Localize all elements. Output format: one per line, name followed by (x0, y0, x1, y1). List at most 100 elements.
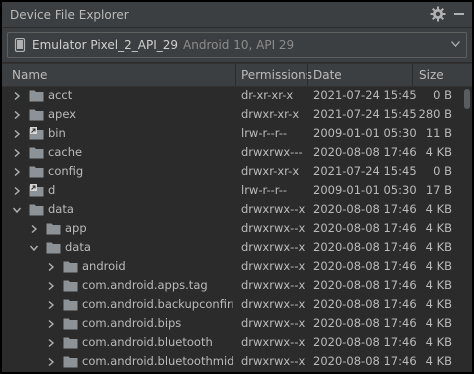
chevron-right-icon[interactable] (46, 281, 56, 291)
tree-row[interactable]: data drwxrwx--x 2020-08-08 17:46 4 KB (2, 200, 462, 219)
folder-icon (63, 280, 78, 292)
file-date: 2020-08-08 17:46 (313, 354, 417, 368)
file-name: bin (48, 126, 66, 140)
chevron-right-icon[interactable] (46, 262, 56, 272)
file-date: 2020-08-08 17:46 (313, 278, 417, 292)
tree-row[interactable]: com.android.backupconfirm drwxrwx--x 2020-… (2, 295, 462, 314)
column-header-permissions[interactable]: Permissions (241, 64, 312, 86)
file-size: 4 KB (425, 221, 452, 235)
tree-row[interactable]: d lrw-r--r-- 2009-01-01 05:30 17 B (2, 181, 462, 200)
folder-icon (29, 147, 44, 159)
file-name: data (65, 240, 91, 254)
file-name: data (48, 202, 74, 216)
folder-link-icon (29, 184, 44, 197)
gear-icon[interactable] (430, 6, 446, 22)
folder-icon (29, 90, 44, 102)
chevron-right-icon[interactable] (46, 319, 56, 329)
file-size: 4 KB (425, 145, 452, 159)
file-size: 4 KB (425, 259, 452, 273)
file-size: 4 KB (425, 297, 452, 311)
file-permissions: drwxrwx--x (241, 297, 306, 311)
file-name: app (65, 221, 87, 235)
file-permissions: drwxrwx--x (241, 278, 306, 292)
device-name: Emulator Pixel_2_API_29 (32, 38, 179, 52)
file-size: 0 B (433, 88, 452, 102)
folder-link-icon (29, 127, 44, 140)
chevron-right-icon[interactable] (29, 224, 39, 234)
file-size: 4 KB (425, 316, 452, 330)
tree-row[interactable]: com.android.bluetooth drwxrwx--x 2020-08-0… (2, 333, 462, 352)
panel-title: Device File Explorer (10, 7, 129, 22)
tree-row[interactable]: config drwxr-xr-x 2021-07-24 15:45 0 B (2, 162, 462, 181)
chevron-right-icon[interactable] (12, 186, 22, 196)
column-divider[interactable] (235, 64, 236, 86)
tree-row[interactable]: data drwxrwx--x 2020-08-08 17:46 4 KB (2, 238, 462, 257)
folder-icon (63, 318, 78, 330)
chevron-right-icon[interactable] (12, 91, 22, 101)
device-api: Android 10, API 29 (183, 38, 295, 52)
tree-row[interactable]: apex drwxr-xr-x 2021-07-24 15:45 280 B (2, 105, 462, 124)
title-bar: Device File Explorer (2, 2, 472, 28)
file-size: 4 KB (425, 335, 452, 349)
chevron-right-icon[interactable] (12, 110, 22, 120)
scrollbar-thumb[interactable] (464, 89, 470, 109)
minimize-icon[interactable] (454, 13, 464, 15)
file-size: 4 KB (425, 278, 452, 292)
file-size: 280 B (418, 107, 453, 121)
file-tree: acct dr-xr-xr-x 2021-07-24 15:45 0 B apex drw… (2, 86, 472, 372)
phone-icon (14, 38, 26, 52)
file-date: 2020-08-08 17:46 (313, 240, 417, 254)
folder-icon (29, 109, 44, 121)
folder-icon (63, 261, 78, 273)
device-selector[interactable]: Emulator Pixel_2_API_29 Android 10, API … (7, 32, 467, 58)
chevron-right-icon[interactable] (12, 167, 22, 177)
folder-icon (63, 299, 78, 311)
column-divider[interactable] (307, 64, 308, 86)
chevron-right-icon[interactable] (12, 148, 22, 158)
file-permissions: dr-xr-xr-x (241, 88, 294, 102)
chevron-right-icon[interactable] (46, 357, 56, 367)
chevron-down-icon[interactable] (12, 205, 22, 215)
chevron-right-icon[interactable] (46, 338, 56, 348)
file-name: android (82, 259, 126, 273)
file-name: com.android.bips (82, 316, 182, 330)
column-header-date[interactable]: Date (313, 64, 342, 86)
tree-row[interactable]: com.android.apps.tag drwxrwx--x 2020-08-08… (2, 276, 462, 295)
column-header-name[interactable]: Name (12, 64, 47, 86)
tree-row[interactable]: acct dr-xr-xr-x 2021-07-24 15:45 0 B (2, 86, 462, 105)
vertical-scrollbar[interactable] (463, 86, 471, 372)
tree-row[interactable]: com.android.bluetoothmidiser drwxrwx--x 20… (2, 352, 462, 371)
file-permissions: drwxrwx--x (241, 354, 306, 368)
file-size: 0 B (433, 164, 452, 178)
tree-row[interactable]: android drwxrwx--x 2020-08-08 17:46 4 KB (2, 257, 462, 276)
file-size: 4 KB (425, 240, 452, 254)
file-size: 4 KB (425, 354, 452, 368)
file-name: com.android.bluetoothmidiser (82, 354, 233, 368)
chevron-right-icon[interactable] (12, 129, 22, 139)
column-divider[interactable] (412, 64, 413, 86)
file-date: 2021-07-24 15:45 (313, 88, 417, 102)
tree-row[interactable]: bin lrw-r--r-- 2009-01-01 05:30 11 B (2, 124, 462, 143)
file-permissions: drwxr-xr-x (241, 164, 300, 178)
file-date: 2020-08-08 17:46 (313, 316, 417, 330)
file-permissions: drwxrwx--x (241, 259, 306, 273)
file-name: com.android.backupconfirm (82, 297, 233, 311)
device-toolbar: Emulator Pixel_2_API_29 Android 10, API … (2, 28, 472, 62)
file-permissions: drwxrwx--x (241, 202, 306, 216)
file-permissions: drwxrwx--x (241, 221, 306, 235)
file-permissions: drwxrwx--x (241, 316, 306, 330)
file-date: 2020-08-08 17:46 (313, 202, 417, 216)
file-date: 2020-08-08 17:46 (313, 259, 417, 273)
folder-icon (46, 223, 61, 235)
file-name: cache (48, 145, 83, 159)
tree-row[interactable]: com.android.bips drwxrwx--x 2020-08-08 17:… (2, 314, 462, 333)
file-permissions: drwxrwx--x (241, 240, 306, 254)
file-permissions: drwxrwx--- (241, 145, 303, 159)
tree-row[interactable]: cache drwxrwx--- 2020-08-08 17:46 4 KB (2, 143, 462, 162)
chevron-down-icon[interactable] (29, 243, 39, 253)
file-permissions: drwxrwx--x (241, 335, 306, 349)
tree-row[interactable]: app drwxrwx--x 2020-08-08 17:46 4 KB (2, 219, 462, 238)
column-header-size[interactable]: Size (419, 64, 444, 86)
column-header: Name Permissions Date Size (2, 63, 472, 87)
chevron-right-icon[interactable] (46, 300, 56, 310)
